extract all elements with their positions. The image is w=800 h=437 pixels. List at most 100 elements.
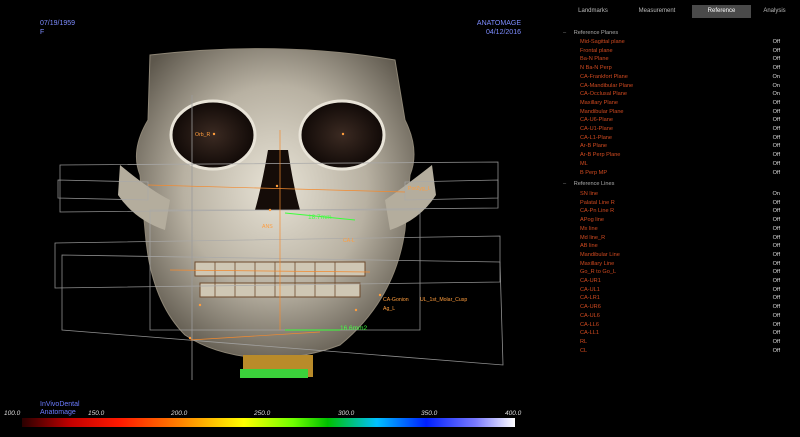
landmark-ul-1st-molar-cusp[interactable]: UL_1st_Molar_Cusp [420,297,467,303]
reference-row-toggle[interactable]: Off [773,142,780,151]
reference-row[interactable]: Ba-N Plane Off [580,55,780,64]
reference-row-label: CA-U6-Plane [580,117,613,124]
reference-row-label: Mx line [580,225,598,232]
3d-viewport[interactable]: 07/19/1959 F ANATOMAGE 04/12/2016 PorZyg… [0,0,555,437]
reference-row-label: CA-U1-Plane [580,126,613,132]
reference-row-label: RL [580,338,588,345]
reference-row-toggle[interactable]: Off [773,251,780,260]
landmark-porzyg-l[interactable]: PorZyg_L [408,186,431,192]
reference-row-toggle[interactable]: On [773,90,780,99]
reference-row[interactable]: APog line Off [580,216,780,225]
reference-row-toggle[interactable]: Off [773,169,780,178]
reference-row[interactable]: Md line_R Off [580,234,780,243]
reference-row-label: CA-UR6 [580,304,601,311]
reference-row[interactable]: N Ba-N Perp Off [580,64,780,73]
reference-row-toggle[interactable]: Off [773,199,780,208]
reference-row[interactable]: Mandibular Line Off [580,251,780,260]
reference-row-label: CA-Occlusal Plane [580,91,627,98]
reference-row-toggle[interactable]: Off [773,134,780,143]
landmark-ca-l[interactable]: CA-L [343,238,355,244]
tab-reference[interactable]: Reference [692,5,751,18]
density-color-scale [22,418,515,427]
reference-row[interactable]: CA-UR1 Off [580,277,780,286]
reference-row[interactable]: CA-Frankfort Plane On [580,73,780,82]
tab-measurement[interactable]: Measurement [625,5,689,18]
reference-row[interactable]: AB line Off [580,242,780,251]
reference-row-toggle[interactable]: Off [773,99,780,108]
reference-row-label: Mandibular Plane [580,108,624,115]
landmark-ans[interactable]: ANS [262,224,273,230]
reference-row-toggle[interactable]: Off [773,242,780,251]
reference-row[interactable]: CL Off [580,347,780,356]
landmark-ag-l[interactable]: Ag_L [383,306,395,312]
reference-row-toggle[interactable]: Off [773,312,780,321]
reference-row-toggle[interactable]: Off [773,207,780,216]
reference-row[interactable]: CA-UL6 Off [580,312,780,321]
reference-row-toggle[interactable]: Off [773,268,780,277]
landmark-orb-r[interactable]: Orb_R [195,132,210,138]
reference-row[interactable]: CA-Occlusal Plane On [580,90,780,99]
reference-row[interactable]: Maxillary Line Off [580,260,780,269]
reference-row-toggle[interactable]: On [773,190,780,199]
reference-row[interactable]: CA-U1-Plane Off [580,125,780,134]
reference-row-toggle[interactable]: Off [773,286,780,295]
scale-tick: 200.0 [171,410,188,417]
skull-render[interactable] [0,0,555,437]
reference-row-toggle[interactable]: Off [773,160,780,169]
reference-row-toggle[interactable]: Off [773,260,780,269]
landmark-ca-gonion[interactable]: CA-Gonion [383,297,409,303]
reference-row[interactable]: SN line On [580,190,780,199]
reference-row[interactable]: Mandibular Plane Off [580,108,780,117]
reference-row[interactable]: Ar-B Perp Plane Off [580,151,780,160]
reference-row[interactable]: CA-Mandibular Plane On [580,82,780,91]
measurement-label-2[interactable]: 16.6mm2 [340,325,367,332]
reference-row-toggle[interactable]: Off [773,329,780,338]
reference-row[interactable]: Mx line Off [580,225,780,234]
reference-row[interactable]: CA-LL6 Off [580,321,780,330]
scale-tick: 350.0 [421,410,438,417]
tab-analysis[interactable]: Analysis [754,5,795,18]
reference-row[interactable]: Go_R to Go_L Off [580,268,780,277]
reference-row-label: Maxillary Line [580,260,615,267]
reference-row[interactable]: Maxillary Plane Off [580,99,780,108]
reference-row-toggle[interactable]: Off [773,347,780,356]
reference-row-toggle[interactable]: On [773,73,780,82]
reference-row[interactable]: CA-LR1 Off [580,294,780,303]
reference-row-toggle[interactable]: Off [773,321,780,330]
tab-landmarks[interactable]: Landmarks [565,5,621,18]
reference-row-toggle[interactable]: Off [773,225,780,234]
reference-row-toggle[interactable]: Off [773,64,780,73]
reference-row-label: CA-UL1 [580,286,600,293]
reference-row[interactable]: CA-LL1 Off [580,329,780,338]
reference-row-toggle[interactable]: Off [773,216,780,225]
reference-row[interactable]: CA-L1-Plane Off [580,134,780,143]
reference-row-toggle[interactable]: Off [773,125,780,134]
reference-row-toggle[interactable]: Off [773,277,780,286]
reference-row-toggle[interactable]: Off [773,151,780,160]
reference-row[interactable]: ML Off [580,160,780,169]
reference-row[interactable]: B Perp MP Off [580,169,780,178]
reference-lines-header[interactable]: – Reference Lines [563,181,614,187]
reference-row[interactable]: Palatal Line R Off [580,199,780,208]
reference-row-toggle[interactable]: Off [773,47,780,56]
reference-row-toggle[interactable]: Off [773,294,780,303]
reference-row-label: B Perp MP [580,169,608,176]
reference-row[interactable]: CA-UR6 Off [580,303,780,312]
reference-row-toggle[interactable]: On [773,82,780,91]
reference-row-toggle[interactable]: Off [773,116,780,125]
reference-row[interactable]: Frontal plane Off [580,47,780,56]
reference-row-toggle[interactable]: Off [773,55,780,64]
reference-row-toggle[interactable]: Off [773,38,780,47]
reference-row-toggle[interactable]: Off [773,234,780,243]
measurement-label-1[interactable]: 18.7mm [308,214,331,221]
reference-row-toggle[interactable]: Off [773,108,780,117]
reference-row[interactable]: Ar-B Plane Off [580,142,780,151]
reference-row[interactable]: RL Off [580,338,780,347]
reference-row-toggle[interactable]: Off [773,303,780,312]
reference-row[interactable]: CA-UL1 Off [580,286,780,295]
reference-row[interactable]: CA-U6-Plane Off [580,116,780,125]
reference-row-toggle[interactable]: Off [773,338,780,347]
reference-planes-header[interactable]: – Reference Planes [563,30,618,36]
reference-row[interactable]: CA-Pn Line R Off [580,207,780,216]
reference-row[interactable]: Mid-Sagittal plane Off [580,38,780,47]
